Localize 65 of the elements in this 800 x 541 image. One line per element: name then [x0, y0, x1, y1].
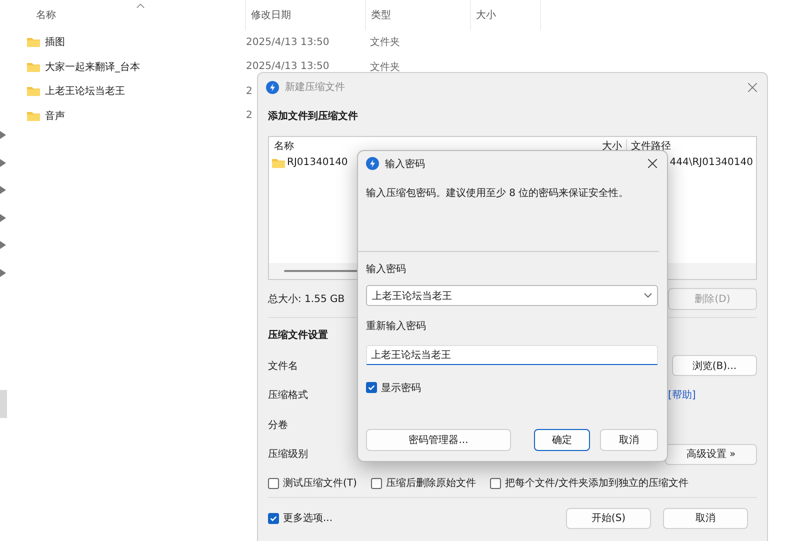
expand-chevron-icon[interactable] [0, 214, 6, 222]
folder-icon [27, 86, 40, 96]
checkbox-label: 把每个文件/文件夹添加到独立的压缩文件 [504, 476, 688, 490]
checkbox[interactable] [268, 512, 279, 524]
field-label: 压缩级别 [268, 448, 308, 462]
column-header[interactable]: 修改日期 [246, 0, 366, 30]
dialog-button[interactable]: 取消 [600, 429, 658, 451]
folder-icon [272, 158, 285, 168]
dialog-button[interactable]: 密码管理器... [366, 429, 511, 451]
window-title: 新建压缩文件 [285, 80, 346, 94]
section-heading: 添加文件到压缩文件 [268, 110, 358, 123]
folder-icon [27, 37, 40, 48]
checkbox-label: 测试压缩文件(T) [283, 476, 357, 490]
window-title: 输入密码 [385, 158, 426, 170]
expand-chevron-icon[interactable] [0, 158, 6, 167]
password-field[interactable]: 上老王论坛当老王 [366, 285, 658, 306]
modified-date: 2 [246, 86, 252, 97]
file-type: 文件夹 [370, 37, 400, 48]
field-label: 文件名 [268, 360, 298, 373]
expand-chevron-icon[interactable] [0, 186, 6, 194]
modified-date: 2025/4/13 13:50 [246, 61, 330, 72]
file-name[interactable]: RJ01340140 [287, 157, 348, 168]
expand-chevron-icon[interactable] [0, 241, 6, 250]
field-label: 输入密码 [366, 262, 406, 276]
file-type: 文件夹 [370, 62, 400, 73]
dialog-button[interactable]: 取消 [663, 508, 748, 528]
file-name[interactable]: 大家一起来翻译_台本 [45, 60, 140, 74]
checkbox-label: 显示密码 [381, 382, 421, 394]
modified-date: 2 [246, 110, 252, 122]
dialog-button[interactable]: 高级设置 » [665, 444, 757, 465]
file-name[interactable]: 音声 [45, 108, 65, 123]
checkbox[interactable] [370, 478, 382, 488]
checkbox[interactable] [366, 382, 377, 393]
column-header[interactable]: 文件路径 [627, 138, 671, 152]
app-icon [366, 157, 379, 170]
file-name[interactable]: 上老王论坛当老王 [45, 84, 125, 98]
checkbox-label: 压缩后删除原始文件 [386, 476, 476, 490]
help-link[interactable]: [帮助] [668, 388, 757, 402]
message-text: 输入压缩包密码。建议使用至少 8 位的密码来保证安全性。 [366, 188, 629, 199]
field-label: 分卷 [268, 418, 288, 432]
folder-icon [27, 110, 40, 121]
expand-chevron-icon[interactable] [0, 131, 6, 139]
app-icon [266, 80, 279, 94]
section-heading: 压缩文件设置 [268, 328, 328, 342]
field-label: 重新输入密码 [366, 320, 426, 332]
checkbox[interactable] [490, 478, 501, 488]
dialog-button[interactable]: 浏览(B)... [672, 355, 757, 376]
expand-chevron-icon[interactable] [0, 268, 6, 277]
total-size: 总大小: 1.55 GB [268, 292, 345, 306]
modified-date: 2025/4/13 13:50 [246, 36, 330, 48]
dropdown-chevron-icon[interactable] [644, 293, 652, 298]
checkbox[interactable] [268, 478, 279, 488]
checkbox-label: 更多选项... [283, 512, 333, 525]
confirm-password-field[interactable]: 上老王论坛当老王 [366, 345, 658, 365]
file-path: 444\RJ01340140 [670, 157, 754, 168]
column-header[interactable]: 类型 [366, 0, 471, 30]
field-label: 压缩格式 [268, 388, 308, 402]
column-header[interactable]: 大小 [471, 0, 541, 30]
column-header[interactable]: 名称 [274, 138, 544, 152]
close-icon[interactable] [648, 159, 657, 168]
column-header[interactable]: 名称 [27, 0, 246, 30]
folder-icon [27, 62, 40, 72]
dialog-button[interactable]: 确定 [534, 429, 590, 451]
dialog-button[interactable]: 开始(S) [566, 508, 651, 528]
file-name[interactable]: 插图 [45, 35, 65, 50]
